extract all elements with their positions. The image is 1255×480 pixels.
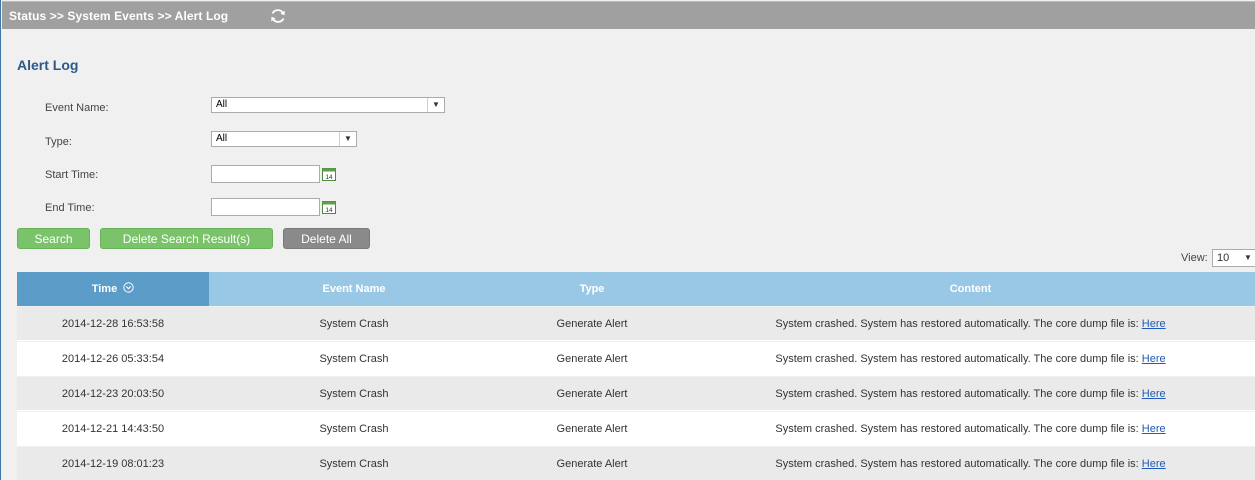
view-select[interactable]: 10 ▼	[1212, 249, 1255, 267]
cell-content: System crashed. System has restored auto…	[685, 342, 1255, 376]
start-time-input[interactable]	[211, 165, 320, 183]
column-header-time-label: Time	[91, 283, 118, 295]
calendar-day: 14	[325, 207, 333, 214]
event-name-label: Event Name:	[45, 102, 109, 114]
cell-event-name: System Crash	[319, 318, 389, 330]
delete-search-results-button[interactable]: Delete Search Result(s)	[100, 228, 273, 249]
column-header-time[interactable]: Time	[17, 272, 209, 306]
cell-type: Generate Alert	[556, 388, 628, 400]
cell-content-text: System crashed. System has restored auto…	[775, 423, 1139, 435]
cell-event-name: System Crash	[319, 458, 389, 470]
cell-type: Generate Alert	[556, 353, 628, 365]
cell-type: Generate Alert	[556, 318, 628, 330]
refresh-icon[interactable]	[269, 7, 287, 25]
calendar-icon[interactable]: 14	[322, 167, 336, 181]
cell-content-text: System crashed. System has restored auto…	[775, 353, 1139, 365]
table-header: Time Event Name Type Content	[17, 272, 1255, 306]
calendar-icon[interactable]: 14	[322, 200, 336, 214]
cell-time: 2014-12-28 16:53:58	[61, 318, 165, 330]
core-dump-link[interactable]: Here	[1142, 318, 1166, 330]
core-dump-link[interactable]: Here	[1142, 458, 1166, 470]
table-row: 2014-12-19 08:01:23 System Crash Generat…	[17, 447, 1255, 480]
end-time-input[interactable]	[211, 198, 320, 216]
cell-type: Generate Alert	[556, 458, 628, 470]
cell-content: System crashed. System has restored auto…	[685, 377, 1255, 411]
cell-event-name: System Crash	[319, 388, 389, 400]
chevron-down-icon: ▼	[1244, 253, 1252, 262]
type-select-value: All	[216, 133, 228, 144]
table-row: 2014-12-28 16:53:58 System Crash Generat…	[17, 307, 1255, 341]
cell-content: System crashed. System has restored auto…	[685, 447, 1255, 480]
view-select-value: 10	[1217, 252, 1230, 264]
start-time-label: Start Time:	[45, 169, 99, 181]
cell-content: System crashed. System has restored auto…	[685, 307, 1255, 341]
cell-time: 2014-12-26 05:33:54	[61, 353, 165, 365]
core-dump-link[interactable]: Here	[1142, 353, 1166, 365]
cell-event-name: System Crash	[319, 423, 389, 435]
type-select[interactable]: All ▼	[211, 131, 357, 147]
page-frame: Status >> System Events >> Alert Log Ale…	[0, 0, 1255, 480]
cell-time: 2014-12-19 08:01:23	[61, 458, 165, 470]
chevron-down-icon: ▼	[427, 98, 444, 112]
core-dump-link[interactable]: Here	[1142, 423, 1166, 435]
cell-time: 2014-12-21 14:43:50	[61, 423, 165, 435]
chevron-down-icon: ▼	[339, 132, 356, 146]
cell-time: 2014-12-23 20:03:50	[61, 388, 165, 400]
column-header-event-name[interactable]: Event Name	[209, 272, 499, 306]
search-button[interactable]: Search	[17, 228, 90, 249]
cell-content: System crashed. System has restored auto…	[685, 412, 1255, 446]
table-row: 2014-12-21 14:43:50 System Crash Generat…	[17, 412, 1255, 446]
sort-descending-icon[interactable]	[123, 282, 134, 293]
end-time-label: End Time:	[45, 202, 95, 214]
cell-content-text: System crashed. System has restored auto…	[775, 318, 1139, 330]
cell-content-text: System crashed. System has restored auto…	[775, 388, 1139, 400]
cell-content-text: System crashed. System has restored auto…	[775, 458, 1139, 470]
column-header-content[interactable]: Content	[685, 272, 1255, 306]
breadcrumb: Status >> System Events >> Alert Log	[9, 9, 229, 23]
event-name-select-value: All	[216, 99, 228, 110]
core-dump-link[interactable]: Here	[1142, 388, 1166, 400]
type-label: Type:	[45, 136, 72, 148]
cell-type: Generate Alert	[556, 423, 628, 435]
table-row: 2014-12-26 05:33:54 System Crash Generat…	[17, 342, 1255, 376]
delete-all-button[interactable]: Delete All	[283, 228, 370, 249]
event-name-select[interactable]: All ▼	[211, 97, 445, 113]
table-row: 2014-12-23 20:03:50 System Crash Generat…	[17, 377, 1255, 411]
cell-event-name: System Crash	[319, 353, 389, 365]
calendar-day: 14	[325, 174, 333, 181]
breadcrumb-bar: Status >> System Events >> Alert Log	[2, 1, 1255, 29]
page-title: Alert Log	[17, 57, 79, 73]
view-label: View:	[1181, 252, 1208, 264]
column-header-type[interactable]: Type	[499, 272, 685, 306]
